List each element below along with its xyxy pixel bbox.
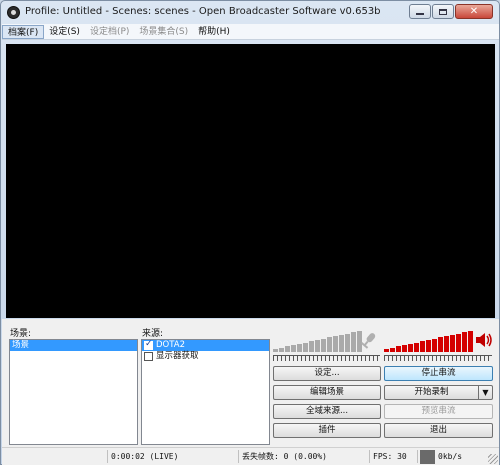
- meter-bar: [402, 345, 407, 352]
- meter-bar: [309, 341, 314, 352]
- source-item[interactable]: DOTA2: [142, 339, 269, 351]
- source-item[interactable]: 显示器获取: [142, 351, 269, 362]
- resize-grip[interactable]: [488, 454, 498, 464]
- minimize-button[interactable]: [409, 4, 431, 19]
- scene-item[interactable]: 场景: [10, 340, 137, 351]
- meter-bar: [285, 346, 290, 352]
- status-bar: 0:00:02 (LIVE) 丢失帧数: 0 (0.00%) FPS: 30 0…: [2, 447, 499, 465]
- source-label: 显示器获取: [156, 351, 199, 361]
- meter-bar: [303, 342, 308, 352]
- meter-bar: [450, 334, 455, 352]
- meter-bar: [327, 337, 332, 352]
- bitrate-status-indicator: [420, 450, 435, 464]
- stop-stream-button[interactable]: 停止串流: [384, 366, 493, 381]
- menu-help[interactable]: 帮助(H): [193, 25, 235, 39]
- desktop-volume-slider[interactable]: [384, 355, 492, 361]
- dropped-frames: 丢失帧数: 0 (0.00%): [238, 450, 369, 463]
- menu-file[interactable]: 档案(F): [2, 24, 45, 39]
- exit-button[interactable]: 退出: [384, 423, 493, 438]
- meter-bar: [468, 331, 473, 352]
- meter-bar: [351, 332, 356, 352]
- fps-readout: FPS: 30: [369, 450, 417, 463]
- plugins-button[interactable]: 插件: [273, 423, 381, 438]
- start-record-button[interactable]: 开始录制 ▼: [384, 385, 493, 400]
- source-visible-checkbox[interactable]: [144, 352, 153, 361]
- menu-settings[interactable]: 设定(S): [44, 25, 85, 39]
- menu-profiles[interactable]: 设定档(P): [85, 25, 134, 39]
- desktop-volume-meter: [384, 331, 473, 352]
- meter-bar: [333, 336, 338, 352]
- meter-bar: [291, 345, 296, 352]
- meter-bar: [426, 340, 431, 352]
- mic-volume-meter: [273, 331, 362, 352]
- global-sources-button[interactable]: 全域来源...: [273, 404, 381, 419]
- settings-button[interactable]: 设定...: [273, 366, 381, 381]
- meter-bar: [432, 338, 437, 352]
- meter-bar: [462, 332, 467, 352]
- close-icon: ✕: [469, 6, 479, 17]
- edit-scene-button[interactable]: 编辑场景: [273, 385, 381, 400]
- meter-bar: [273, 349, 278, 352]
- window-title: Profile: Untitled - Scenes: scenes - Ope…: [25, 6, 381, 17]
- source-label: DOTA2: [156, 340, 185, 350]
- meter-bar: [297, 343, 302, 352]
- chevron-down-icon[interactable]: ▼: [478, 386, 492, 399]
- obs-window: Profile: Untitled - Scenes: scenes - Ope…: [0, 0, 500, 465]
- bitrate-readout: 0kb/s: [417, 450, 487, 464]
- meter-bar: [456, 333, 461, 352]
- maximize-icon: [439, 8, 447, 15]
- scenes-list[interactable]: 场景: [9, 339, 138, 445]
- mic-volume-slider[interactable]: [273, 355, 380, 361]
- sources-label: 来源:: [142, 329, 164, 339]
- title-bar[interactable]: Profile: Untitled - Scenes: scenes - Ope…: [1, 1, 499, 24]
- meter-bar: [414, 342, 419, 352]
- meter-bar: [339, 334, 344, 352]
- scenes-label: 场景:: [10, 329, 32, 339]
- minimize-icon: [416, 13, 424, 15]
- meter-bar: [315, 340, 320, 352]
- meter-bar: [420, 341, 425, 352]
- meter-bar: [279, 347, 284, 352]
- meter-bar: [321, 338, 326, 352]
- bitrate-value: 0kb/s: [438, 452, 463, 461]
- meter-bar: [396, 346, 401, 352]
- maximize-button[interactable]: [432, 4, 454, 19]
- obs-logo-icon: [7, 6, 20, 19]
- sources-list[interactable]: DOTA2 显示器获取: [141, 339, 270, 445]
- close-button[interactable]: ✕: [455, 4, 493, 19]
- menu-bar: 档案(F) 设定(S) 设定档(P) 场景集合(S) 帮助(H): [2, 24, 499, 40]
- meter-bar: [345, 333, 350, 352]
- preview-stream-button[interactable]: 预览串流: [384, 404, 493, 419]
- meter-bar: [390, 347, 395, 352]
- meter-bar: [438, 337, 443, 352]
- speaker-icon[interactable]: [474, 330, 494, 350]
- start-record-label: 开始录制: [414, 387, 449, 397]
- control-panel: 场景: 场景 来源: DOTA2 显示器获取 设定... 停止串流 编辑场景: [2, 319, 499, 447]
- stream-time: 0:00:02 (LIVE): [107, 450, 238, 463]
- source-visible-checkbox[interactable]: [144, 339, 153, 350]
- meter-bar: [408, 343, 413, 352]
- menu-scene-collection[interactable]: 场景集合(S): [134, 25, 193, 39]
- meter-bar: [384, 349, 389, 352]
- preview-canvas[interactable]: [6, 44, 495, 318]
- meter-bar: [444, 336, 449, 352]
